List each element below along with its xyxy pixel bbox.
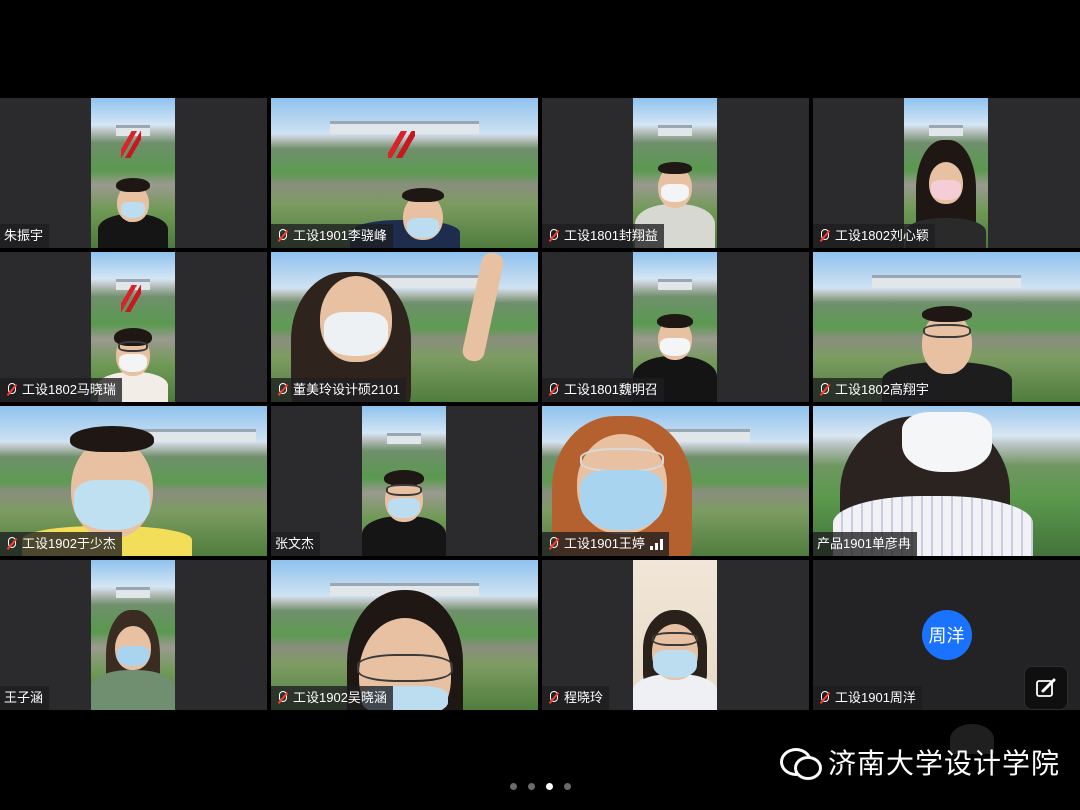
participant-tile[interactable]: 工设1802高翔宇 — [813, 252, 1080, 402]
mic-muted-icon — [817, 229, 831, 243]
video-feed — [633, 560, 717, 710]
participant-name-label: 工设1802高翔宇 — [813, 378, 935, 402]
mic-muted-icon — [546, 691, 560, 705]
participant-tile[interactable]: 张文杰 — [271, 406, 538, 556]
participant-name-label: 工设1902吴晓涵 — [271, 686, 393, 710]
participant-tile[interactable]: 周洋 工设1901周洋 — [813, 560, 1080, 710]
participant-tile[interactable]: 工设1802刘心颖 — [813, 98, 1080, 248]
campus-building — [871, 274, 1022, 288]
participant-tile[interactable]: 程晓玲 — [542, 560, 809, 710]
face-mask — [324, 312, 389, 356]
page-indicator[interactable] — [0, 783, 1080, 790]
mic-muted-icon — [546, 537, 560, 551]
face-mask — [580, 470, 665, 530]
participant-name-label: 朱振宇 — [0, 224, 50, 248]
face-mask — [121, 202, 145, 218]
participant-tile[interactable]: 王子涵 — [0, 560, 267, 710]
face-mask — [661, 184, 689, 202]
mic-muted-icon — [4, 383, 18, 397]
campus-building — [658, 125, 692, 136]
face-mask — [653, 650, 697, 678]
page-dot[interactable] — [527, 783, 535, 790]
participant-name-label: 工设1801封翔益 — [542, 224, 664, 248]
face-mask — [407, 218, 440, 238]
participant-name-label: 董美玲设计硕2101 — [271, 378, 406, 402]
campus-building — [387, 433, 421, 444]
participant-tile[interactable]: 朱振宇 — [0, 98, 267, 248]
watermark-text: 济南大学设计学院 — [828, 747, 1061, 780]
participant-name-label: 工设1901周洋 — [813, 686, 922, 710]
participant-name-label: 工设1902于少杰 — [0, 532, 122, 556]
participant-tile[interactable]: 工设1902吴晓涵 — [271, 560, 538, 710]
mic-muted-icon — [4, 537, 18, 551]
participant-name-label: 工设1901王婷 — [542, 532, 669, 556]
participant-name-label: 产品1901单彦冉 — [813, 532, 917, 556]
face-mask — [74, 480, 151, 530]
mic-muted-icon — [546, 383, 560, 397]
signal-strength-icon — [649, 538, 663, 550]
red-sculpture — [388, 131, 416, 158]
participant-tile[interactable]: 董美玲设计硕2101 — [271, 252, 538, 402]
red-sculpture — [121, 285, 142, 312]
participant-name-label: 张文杰 — [271, 532, 321, 556]
mic-muted-icon — [275, 383, 289, 397]
face-mask — [388, 498, 420, 518]
participant-tile[interactable]: 工设1801封翔益 — [542, 98, 809, 248]
pencil-icon — [1036, 678, 1056, 697]
participant-name-label: 程晓玲 — [542, 686, 610, 710]
participant-avatar: 周洋 — [921, 610, 972, 660]
red-sculpture — [121, 131, 142, 158]
video-feed — [91, 560, 175, 710]
mic-muted-icon — [546, 229, 560, 243]
participant-tile[interactable]: 工设1802马晓瑞 — [0, 252, 267, 402]
wechat-icon — [780, 746, 822, 780]
mic-muted-icon — [275, 229, 289, 243]
page-dot-active[interactable] — [545, 783, 553, 790]
mic-muted-icon — [817, 383, 831, 397]
participant-name-label: 工设1901李骁峰 — [271, 224, 393, 248]
edit-icon[interactable] — [1024, 666, 1068, 710]
participant-tile[interactable]: 工设1902于少杰 — [0, 406, 267, 556]
face-mask — [119, 354, 147, 372]
face-mask — [660, 338, 690, 356]
video-feed — [91, 98, 175, 248]
participant-tile[interactable]: 产品1901单彦冉 — [813, 406, 1080, 556]
participant-tile[interactable]: 工设1901王婷 — [542, 406, 809, 556]
mic-muted-icon — [275, 691, 289, 705]
page-dot[interactable] — [563, 783, 571, 790]
campus-building — [116, 587, 150, 598]
participant-name-label: 工设1801魏明召 — [542, 378, 664, 402]
face-mask — [901, 412, 992, 472]
page-dot[interactable] — [509, 783, 517, 790]
watermark: 济南大学设计学院 — [780, 742, 1060, 782]
participant-tile[interactable]: 工设1901李骁峰 — [271, 98, 538, 248]
campus-building — [929, 125, 963, 136]
participant-name-label: 工设1802刘心颖 — [813, 224, 935, 248]
campus-building — [658, 279, 692, 290]
participant-tile[interactable]: 工设1801魏明召 — [542, 252, 809, 402]
video-grid: 朱振宇 工设1901李骁峰 工设1801封翔益 工设1802刘心颖 工设1802… — [0, 98, 1080, 712]
mic-muted-icon — [817, 691, 831, 705]
face-mask — [117, 646, 149, 666]
participant-name-label: 王子涵 — [0, 686, 50, 710]
participant-name-label: 工设1802马晓瑞 — [0, 378, 122, 402]
face-mask — [931, 180, 961, 200]
video-feed — [362, 406, 446, 556]
